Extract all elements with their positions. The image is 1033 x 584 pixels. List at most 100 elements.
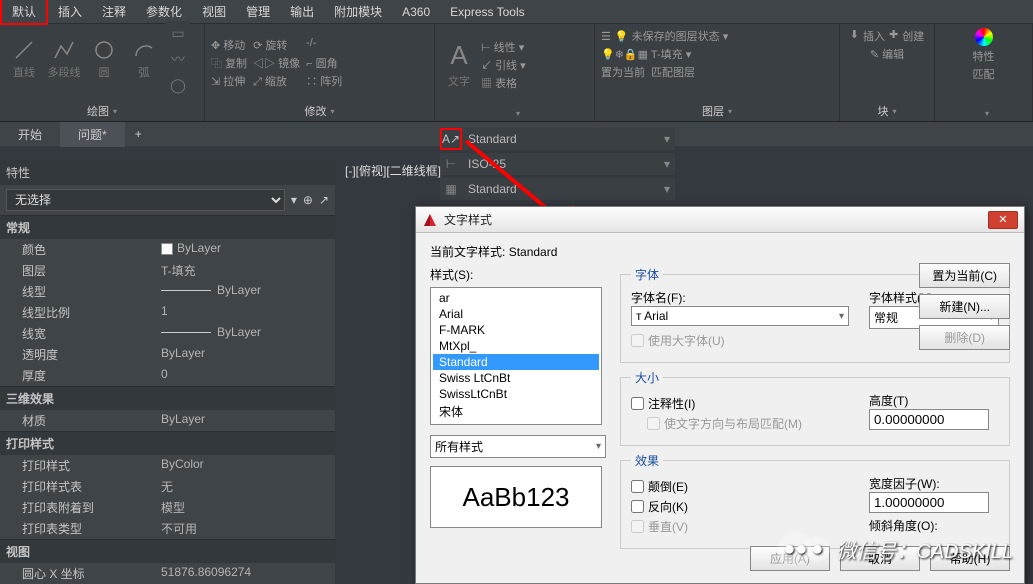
- fillet-tool[interactable]: ⌐ 圆角: [306, 55, 342, 71]
- prop-row[interactable]: 打印样式表无: [0, 476, 335, 497]
- rotate-tool[interactable]: ⟳ 旋转: [253, 37, 300, 53]
- style-option[interactable]: MtXpl_: [433, 338, 599, 354]
- move-tool[interactable]: ✥ 移动: [211, 37, 247, 53]
- selection-filter[interactable]: 无选择: [6, 189, 285, 211]
- ellipse-tool-icon[interactable]: ◯: [166, 73, 190, 97]
- delete-button[interactable]: 删除(D): [919, 325, 1010, 350]
- width-factor-input[interactable]: [869, 492, 989, 513]
- leader-tool[interactable]: ↙ 引线 ▾: [481, 57, 526, 73]
- pickadd-icon[interactable]: ⊕: [303, 193, 313, 207]
- style-option[interactable]: Standard: [433, 354, 599, 370]
- prop-row[interactable]: 圆心 X 坐标51876.86096274: [0, 563, 335, 584]
- rect-tool-icon[interactable]: ▭: [166, 21, 190, 45]
- insert-icon: ⬇: [850, 28, 859, 44]
- close-button[interactable]: ✕: [988, 211, 1018, 229]
- stretch-tool[interactable]: ⇲ 拉伸: [211, 73, 247, 89]
- prop-row[interactable]: 线宽ByLayer: [0, 323, 335, 344]
- menu-a360[interactable]: A360: [392, 2, 440, 22]
- prop-row[interactable]: 打印样式ByColor: [0, 455, 335, 476]
- panel-draw-label[interactable]: 绘图: [0, 101, 204, 121]
- prop-row[interactable]: 打印表类型不可用: [0, 518, 335, 539]
- arc-tool[interactable]: 弧: [126, 35, 162, 83]
- set-current-button[interactable]: 置为当前(C): [919, 263, 1010, 288]
- props-match[interactable]: 匹配: [973, 66, 995, 82]
- tab-problem[interactable]: 问题*: [60, 122, 125, 147]
- array-tool[interactable]: ∷ 阵列: [306, 73, 342, 89]
- panel-props-label[interactable]: [935, 105, 1032, 121]
- watermark: ●● ● 微信号：CADSKILL: [778, 532, 1013, 566]
- autocad-logo-icon: [422, 212, 438, 228]
- layer-make-current[interactable]: 置为当前: [601, 64, 645, 80]
- prop-row[interactable]: 线型ByLayer: [0, 281, 335, 302]
- layer-current-dd[interactable]: 💡❄🔒▦ T-填充 ▾: [601, 46, 691, 62]
- style-option[interactable]: Arial: [433, 306, 599, 322]
- tab-plus-icon[interactable]: +: [125, 123, 152, 145]
- style-filter[interactable]: 所有样式▾: [430, 435, 606, 458]
- style-option[interactable]: Swiss LtCnBt: [433, 370, 599, 386]
- prop-row[interactable]: 颜色ByLayer: [0, 239, 335, 260]
- viewport-label[interactable]: [-][俯视][二维线框]: [345, 162, 441, 179]
- properties-title: 特性: [0, 160, 335, 185]
- panel-layers-label[interactable]: 图层: [595, 101, 839, 121]
- prop-group-header[interactable]: 视图: [0, 539, 335, 563]
- text-tool[interactable]: A文字: [441, 41, 477, 89]
- polyline-tool[interactable]: 多段线: [46, 35, 82, 83]
- trim-tool-icon[interactable]: -/-: [306, 37, 342, 53]
- upside-down-checkbox[interactable]: 颠倒(E): [631, 478, 849, 495]
- dim-linear-tool[interactable]: ⊢ 线性 ▾: [481, 39, 526, 55]
- quick-select-icon[interactable]: ▾: [291, 193, 297, 207]
- circle-tool[interactable]: 圆: [86, 35, 122, 83]
- panel-block-label[interactable]: 块: [840, 101, 934, 121]
- layer-state-dd[interactable]: 💡 未保存的图层状态 ▾: [615, 28, 728, 44]
- menu-express[interactable]: Express Tools: [440, 2, 534, 22]
- match-orient-checkbox[interactable]: 使文字方向与布局匹配(M): [631, 415, 849, 432]
- text-style-dd[interactable]: A↗ Standard ▾: [440, 128, 675, 150]
- prop-row[interactable]: 厚度0: [0, 365, 335, 386]
- table-tool[interactable]: ▦ 表格: [481, 75, 526, 91]
- backwards-checkbox[interactable]: 反向(K): [631, 498, 849, 515]
- menu-addins[interactable]: 附加模块: [324, 0, 392, 23]
- chevron-down-icon: ▾: [596, 441, 601, 452]
- select-objects-icon[interactable]: ↗: [319, 193, 329, 207]
- preview-box: AaBb123: [430, 466, 602, 528]
- style-option[interactable]: 宋体: [433, 402, 599, 421]
- scale-tool[interactable]: ⤢ 缩放: [253, 73, 300, 89]
- style-option[interactable]: ar: [433, 290, 599, 306]
- menu-output[interactable]: 输出: [280, 0, 324, 23]
- annotative-checkbox[interactable]: 注释性(I): [631, 395, 849, 412]
- spline-tool-icon[interactable]: 〰: [166, 47, 190, 71]
- style-list[interactable]: arArialF-MARKMtXpl_StandardSwiss LtCnBtS…: [430, 287, 602, 425]
- tab-start[interactable]: 开始: [0, 122, 60, 147]
- prop-row[interactable]: 打印表附着到模型: [0, 497, 335, 518]
- block-edit[interactable]: ✎ 编辑: [870, 46, 904, 62]
- menu-manage[interactable]: 管理: [236, 0, 280, 23]
- dialog-titlebar[interactable]: 文字样式 ✕: [416, 207, 1024, 233]
- styles-label: 样式(S):: [430, 266, 606, 283]
- dim-style-dd[interactable]: ⊢ ISO-25 ▾: [440, 153, 675, 175]
- prop-group-header[interactable]: 三维效果: [0, 386, 335, 410]
- panel-block: ⬇插入 ✚创建 ✎ 编辑 块: [840, 24, 935, 121]
- height-input[interactable]: [869, 409, 989, 430]
- props-button[interactable]: 特性: [973, 48, 995, 64]
- prop-group-header[interactable]: 常规: [0, 215, 335, 239]
- prop-row[interactable]: 透明度ByLayer: [0, 344, 335, 365]
- prop-row[interactable]: 线型比例1: [0, 302, 335, 323]
- mirror-tool[interactable]: ◁▷ 镜像: [253, 55, 300, 71]
- style-option[interactable]: F-MARK: [433, 322, 599, 338]
- copy-tool[interactable]: ⿻ 复制: [211, 55, 247, 71]
- line-tool[interactable]: 直线: [6, 35, 42, 83]
- panel-modify-label[interactable]: 修改: [205, 101, 434, 121]
- dim-style-icon: ⊢: [440, 153, 462, 175]
- new-button[interactable]: 新建(N)...: [919, 294, 1010, 319]
- block-insert[interactable]: ⬇插入 ✚创建: [850, 28, 924, 44]
- prop-group-header[interactable]: 打印样式: [0, 431, 335, 455]
- layer-match[interactable]: 匹配图层: [651, 64, 695, 80]
- layer-props-icon[interactable]: ☰: [601, 30, 611, 43]
- style-option[interactable]: SwissLtCnBt: [433, 386, 599, 402]
- prop-row[interactable]: 图层T-填充: [0, 260, 335, 281]
- prop-row[interactable]: 材质ByLayer: [0, 410, 335, 431]
- panel-annot-label[interactable]: [435, 105, 594, 121]
- table-style-dd[interactable]: ▦ Standard ▾: [440, 178, 675, 200]
- color-wheel-icon[interactable]: [975, 28, 993, 46]
- font-name-combo[interactable]: ᴛ Arial▾: [631, 306, 849, 326]
